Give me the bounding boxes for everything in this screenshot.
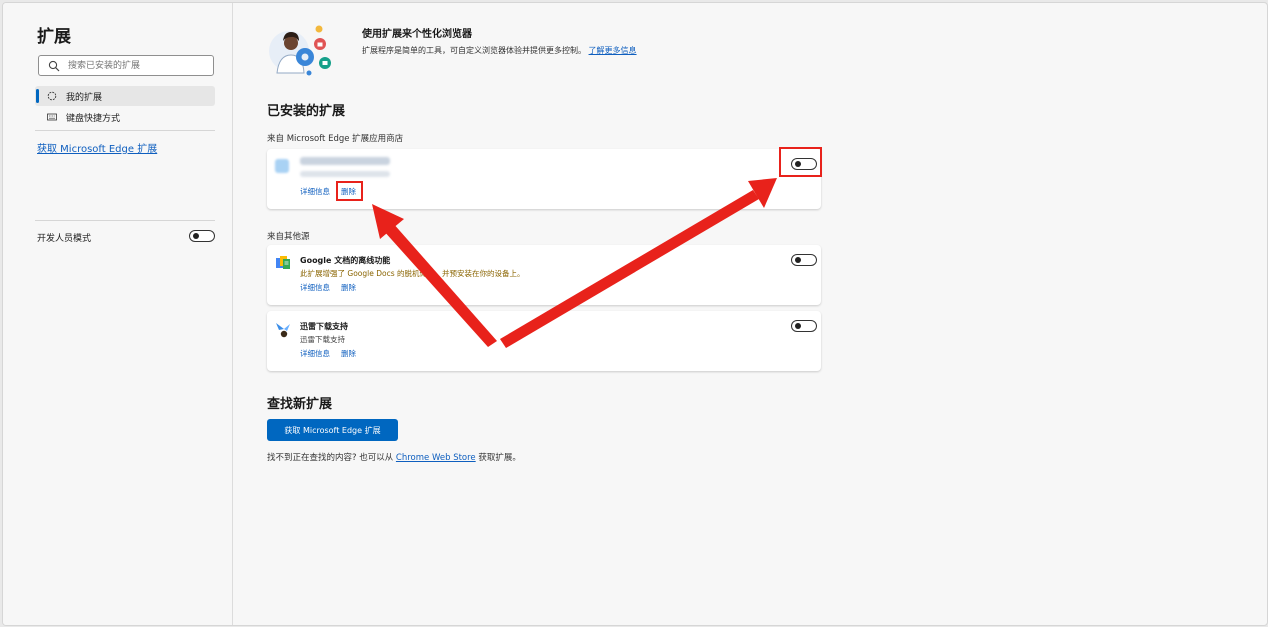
extension-toggle[interactable] xyxy=(791,254,817,266)
store-section-label: 来自 Microsoft Edge 扩展应用商店 xyxy=(267,134,404,144)
main-content: 使用扩展来个性化浏览器 扩展程序是简单的工具，可自定义浏览器体验并提供更多控制。… xyxy=(233,3,1267,625)
find-new-heading: 查找新扩展 xyxy=(267,397,333,412)
details-link[interactable]: 详细信息 xyxy=(300,187,330,196)
divider xyxy=(35,130,215,131)
extension-actions: 详细信息 删除 xyxy=(300,282,367,293)
extension-name-redacted xyxy=(300,157,390,165)
divider xyxy=(35,220,215,221)
remove-link[interactable]: 删除 xyxy=(341,349,356,358)
hero-subtitle-text: 扩展程序是简单的工具，可自定义浏览器体验并提供更多控制。 xyxy=(362,46,586,55)
footer-prefix: 找不到正在查找的内容? 也可以从 xyxy=(267,453,394,463)
keyboard-icon xyxy=(47,113,57,121)
search-input[interactable] xyxy=(68,58,208,73)
extension-card: Google 文档的离线功能 此扩展增强了 Google Docs 的脱机体验，… xyxy=(267,245,821,305)
sidebar-title: 扩展 xyxy=(37,27,71,47)
nav-my-extensions[interactable]: 我的扩展 xyxy=(35,86,215,106)
extension-description: 此扩展增强了 Google Docs 的脱机体验，并预安装在你的设备上。 xyxy=(300,269,525,278)
get-extensions-link[interactable]: 获取 Microsoft Edge 扩展 xyxy=(37,140,157,155)
remove-link[interactable]: 删除 xyxy=(341,283,356,292)
extensions-page: 扩展 我的扩展 键盘快捷方式 获取 Microsoft Edge 扩展 xyxy=(2,2,1268,626)
extension-actions: 详细信息 删除 xyxy=(300,348,367,359)
details-link[interactable]: 详细信息 xyxy=(300,349,330,358)
annotation-box-remove xyxy=(336,181,363,201)
extensions-illustration xyxy=(269,25,331,76)
nav-keyboard-shortcuts[interactable]: 键盘快捷方式 xyxy=(35,107,215,127)
footer-text: 找不到正在查找的内容? 也可以从 Chrome Web Store 获取扩展。 xyxy=(267,451,521,463)
nav-label: 我的扩展 xyxy=(66,92,103,103)
extension-description: 迅雷下载支持 xyxy=(300,335,345,344)
google-docs-offline-icon xyxy=(276,256,290,269)
extension-icon xyxy=(275,159,289,173)
active-indicator xyxy=(36,89,39,103)
search-box[interactable] xyxy=(38,55,214,76)
get-extensions-button[interactable]: 获取 Microsoft Edge 扩展 xyxy=(267,419,398,441)
extension-card: 迅雷下载支持 迅雷下载支持 详细信息 删除 xyxy=(267,311,821,371)
hero-title: 使用扩展来个性化浏览器 xyxy=(362,29,472,40)
extension-toggle[interactable] xyxy=(791,320,817,332)
chrome-web-store-link[interactable]: Chrome Web Store xyxy=(396,453,476,463)
installed-heading: 已安装的扩展 xyxy=(267,104,346,119)
extension-name: 迅雷下载支持 xyxy=(300,322,348,331)
search-icon xyxy=(48,60,60,72)
annotation-box-toggle xyxy=(779,147,822,177)
other-section-label: 来自其他源 xyxy=(267,232,310,242)
hero-subtitle: 扩展程序是简单的工具，可自定义浏览器体验并提供更多控制。 了解更多信息 xyxy=(362,45,637,56)
nav-label: 键盘快捷方式 xyxy=(66,113,121,124)
xunlei-bird-icon xyxy=(276,323,290,338)
details-link[interactable]: 详细信息 xyxy=(300,283,330,292)
dev-mode-toggle[interactable] xyxy=(189,230,215,242)
footer-suffix: 获取扩展。 xyxy=(478,453,521,463)
extension-name: Google 文档的离线功能 xyxy=(300,256,391,265)
dev-mode-label: 开发人员模式 xyxy=(37,234,92,244)
gear-outline-icon xyxy=(47,91,57,101)
learn-more-link[interactable]: 了解更多信息 xyxy=(589,46,637,55)
extension-description-redacted xyxy=(300,171,390,177)
sidebar: 扩展 我的扩展 键盘快捷方式 获取 Microsoft Edge 扩展 xyxy=(3,3,233,625)
